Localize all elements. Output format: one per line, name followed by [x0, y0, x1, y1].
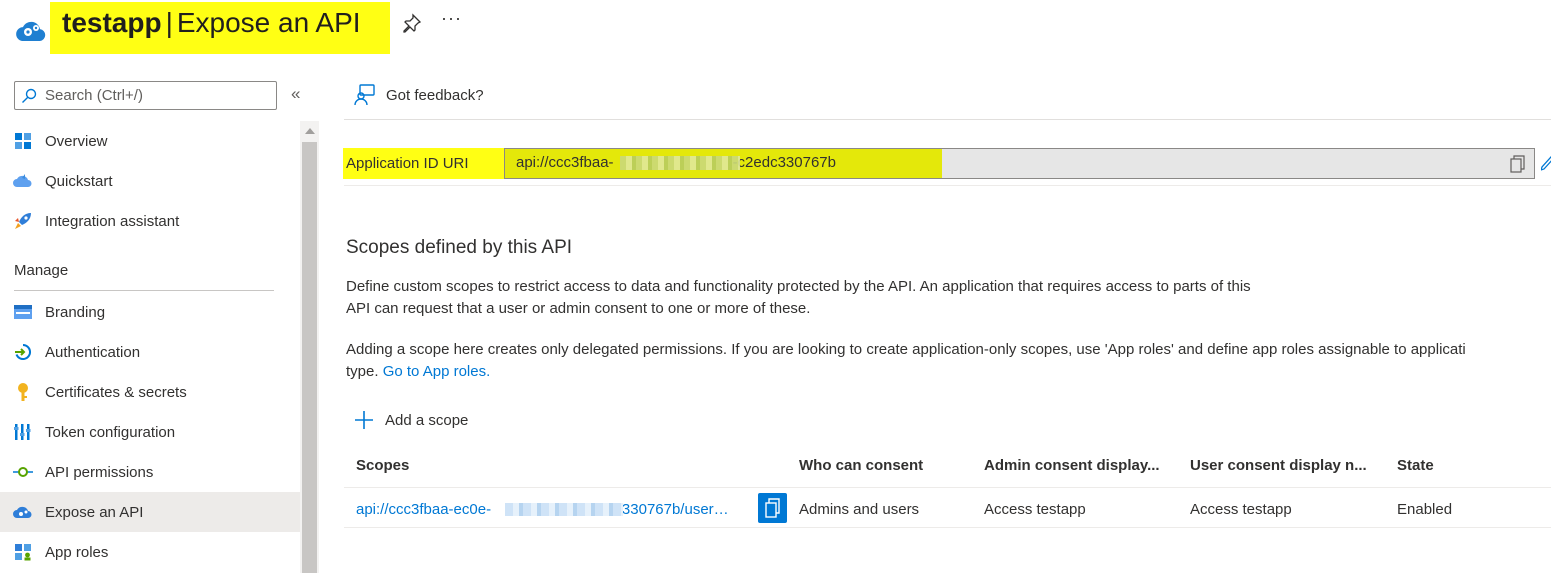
search-placeholder: Search (Ctrl+/)	[45, 87, 143, 104]
sidebar-item-token-configuration[interactable]: Token configuration	[0, 412, 300, 452]
sidebar-item-label: Integration assistant	[45, 212, 180, 230]
scopes-description: Define custom scopes to restrict access …	[346, 278, 1251, 317]
table-cell-state: Enabled	[1397, 501, 1453, 518]
table-divider	[344, 527, 1551, 528]
sidebar-item-overview[interactable]: Overview	[0, 121, 300, 161]
overview-icon	[13, 131, 33, 151]
token-icon	[13, 422, 33, 442]
copy-scope-button[interactable]	[758, 493, 787, 523]
sidebar-item-app-roles[interactable]: App roles	[0, 532, 300, 572]
add-scope-button[interactable]: Add a scope	[355, 411, 468, 429]
add-scope-label: Add a scope	[385, 411, 469, 429]
pin-icon[interactable]	[401, 12, 423, 34]
redacted-region	[505, 503, 623, 516]
sidebar-item-quickstart[interactable]: Quickstart	[0, 161, 300, 201]
table-cell-who: Admins and users	[799, 501, 920, 518]
rocket-icon	[13, 211, 33, 231]
manage-section-label: Manage	[14, 262, 69, 279]
sidebar-item-label: Expose an API	[45, 503, 144, 521]
sidebar-item-label: Overview	[45, 132, 108, 150]
column-header-who-can-consent[interactable]: Who can consent	[799, 457, 923, 474]
column-header-scopes[interactable]: Scopes	[356, 457, 409, 474]
table-divider	[344, 487, 1551, 488]
feedback-label: Got feedback?	[386, 86, 484, 104]
redacted-region	[620, 156, 740, 170]
app-id-uri-label: Application ID URI	[346, 155, 469, 172]
sidebar-item-expose-an-api[interactable]: Expose an API	[0, 492, 300, 532]
scope-note: Adding a scope here creates only delegat…	[346, 341, 1466, 380]
sidebar-item-label: App roles	[45, 543, 109, 561]
section-divider	[344, 185, 1551, 186]
section-divider	[14, 290, 274, 291]
scopes-heading: Scopes defined by this API	[346, 237, 573, 258]
authentication-icon	[13, 342, 33, 362]
edit-icon[interactable]	[1539, 156, 1551, 177]
key-icon	[13, 382, 33, 402]
app-roles-link[interactable]: Go to App roles.	[383, 363, 491, 380]
column-header-state[interactable]: State	[1397, 457, 1434, 474]
branding-icon	[13, 302, 33, 322]
scrollbar-thumb[interactable]	[302, 142, 317, 573]
more-options-icon[interactable]: ···	[441, 8, 462, 29]
collapse-sidebar-icon[interactable]: «	[291, 84, 300, 104]
sidebar-item-label: Authentication	[45, 343, 141, 361]
feedback-icon	[354, 84, 375, 106]
sidebar-item-label: Certificates & secrets	[45, 383, 187, 401]
expose-api-icon	[13, 502, 33, 522]
toolbar-divider	[344, 119, 1551, 120]
sidebar-item-label: Quickstart	[45, 172, 113, 190]
sidebar-item-authentication[interactable]: Authentication	[0, 332, 300, 372]
sidebar-item-label: Branding	[45, 303, 106, 321]
column-header-admin-consent[interactable]: Admin consent display...	[984, 457, 1160, 474]
quickstart-icon	[13, 171, 33, 191]
sidebar-item-integration-assistant[interactable]: Integration assistant	[0, 201, 300, 241]
app-roles-icon	[13, 542, 33, 562]
copy-icon[interactable]	[1510, 155, 1526, 178]
app-registration-cloud-icon	[13, 12, 49, 48]
sidebar-item-branding[interactable]: Branding	[0, 292, 300, 332]
sidebar-item-api-permissions[interactable]: API permissions	[0, 452, 300, 492]
scroll-up-arrow-icon[interactable]	[305, 128, 315, 134]
search-icon	[22, 88, 37, 103]
column-header-user-consent[interactable]: User consent display n...	[1190, 457, 1367, 474]
page-title: testapp | Expose an API	[62, 7, 361, 38]
api-permissions-icon	[13, 462, 33, 482]
search-input[interactable]: Search (Ctrl+/)	[14, 81, 277, 110]
copy-icon	[764, 498, 780, 518]
sidebar-item-certificates-secrets[interactable]: Certificates & secrets	[0, 372, 300, 412]
feedback-button[interactable]: Got feedback?	[354, 84, 484, 106]
plus-icon	[355, 411, 373, 429]
table-cell-admin-display: Access testapp	[984, 501, 1086, 518]
sidebar-item-label: Token configuration	[45, 423, 176, 441]
sidebar-item-label: API permissions	[45, 463, 154, 481]
table-cell-user-display: Access testapp	[1190, 501, 1292, 518]
